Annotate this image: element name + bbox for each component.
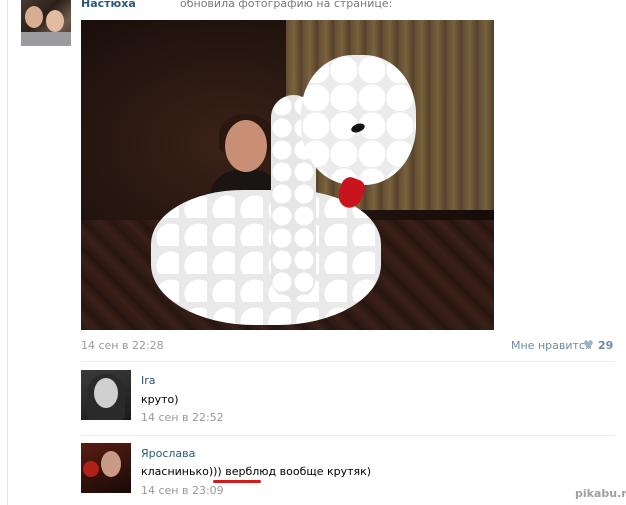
like-count[interactable]: 29 bbox=[598, 339, 613, 352]
comment-date[interactable]: 14 сен в 23:09 bbox=[141, 484, 224, 497]
avatar-face bbox=[25, 6, 43, 28]
post-photo[interactable] bbox=[81, 20, 494, 330]
red-underline-annotation bbox=[213, 480, 261, 483]
comment-text: круто) bbox=[141, 393, 179, 406]
post-author-name[interactable]: Настюха bbox=[81, 0, 136, 10]
avatar-flower bbox=[83, 461, 99, 477]
post-date[interactable]: 14 сен в 22:28 bbox=[81, 339, 164, 352]
author-avatar[interactable] bbox=[21, 0, 71, 46]
avatar-shirt bbox=[21, 32, 71, 46]
balloon-swan-body bbox=[151, 190, 381, 325]
comment-date[interactable]: 14 сен в 22:52 bbox=[141, 411, 224, 424]
avatar-face bbox=[46, 10, 64, 32]
like-button-label[interactable]: Мне нравится bbox=[511, 339, 592, 352]
comment-avatar[interactable] bbox=[81, 443, 131, 493]
balloon-swan-head bbox=[301, 55, 416, 185]
heart-icon[interactable]: ♥ bbox=[583, 338, 594, 352]
divider bbox=[81, 435, 615, 436]
comment-avatar[interactable] bbox=[81, 370, 131, 420]
comment-author-name[interactable]: Ira bbox=[141, 374, 156, 387]
photo-person-face bbox=[225, 120, 267, 172]
avatar-face bbox=[94, 378, 118, 408]
left-border-line bbox=[7, 0, 8, 505]
divider bbox=[81, 361, 615, 362]
post-action-text: обновила фотографию на странице: bbox=[180, 0, 393, 10]
comment-author-name[interactable]: Ярослава bbox=[141, 447, 195, 460]
comment-text: класнинько))) верблюд вообще крутяк) bbox=[141, 465, 372, 478]
avatar-face bbox=[101, 451, 121, 477]
watermark: pikabu.ru bbox=[575, 487, 626, 500]
